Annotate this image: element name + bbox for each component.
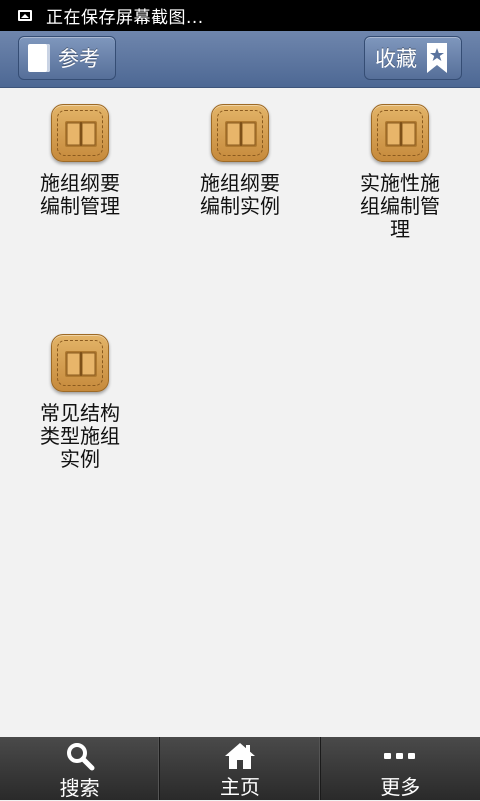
grid-item-label: 施组纲要编制实例	[200, 171, 280, 218]
open-book-icon	[51, 334, 109, 392]
grid-item-4[interactable]: 常见结构类型施组实例	[20, 334, 140, 471]
title-bar: 参考 收藏	[0, 31, 480, 88]
open-book-icon	[371, 104, 429, 162]
open-book-icon	[51, 104, 109, 162]
status-bar: 正在保存屏幕截图...	[0, 0, 480, 31]
tab-search-label: 搜索	[59, 776, 100, 800]
grid-item-label: 施组纲要编制管理	[40, 171, 120, 218]
reference-button[interactable]: 参考	[18, 36, 116, 80]
reference-button-label: 参考	[58, 47, 100, 71]
favorites-button-label: 收藏	[375, 47, 417, 71]
grid-item-1[interactable]: 施组纲要编制管理	[20, 104, 140, 218]
status-text: 正在保存屏幕截图...	[46, 8, 204, 28]
grid-item-label: 常见结构类型施组实例	[40, 401, 120, 471]
bookmark-star-icon	[427, 43, 447, 73]
open-book-icon	[211, 104, 269, 162]
tab-home-label: 主页	[219, 775, 260, 799]
bottom-nav-bar: 搜索 主页 更多	[0, 737, 480, 800]
tab-more-label: 更多	[380, 775, 421, 799]
tab-more[interactable]: 更多	[321, 737, 480, 800]
grid-item-3[interactable]: 实施性施组编制管理	[340, 104, 460, 241]
image-icon	[18, 10, 32, 21]
tab-search[interactable]: 搜索	[0, 737, 161, 800]
book-icon	[28, 44, 50, 72]
grid-item-2[interactable]: 施组纲要编制实例	[180, 104, 300, 218]
tab-home[interactable]: 主页	[160, 737, 321, 800]
grid-item-label: 实施性施组编制管理	[360, 171, 440, 241]
more-dots-icon	[383, 741, 417, 770]
home-icon	[224, 741, 256, 770]
search-icon	[65, 741, 95, 771]
favorites-button[interactable]: 收藏	[364, 36, 462, 80]
